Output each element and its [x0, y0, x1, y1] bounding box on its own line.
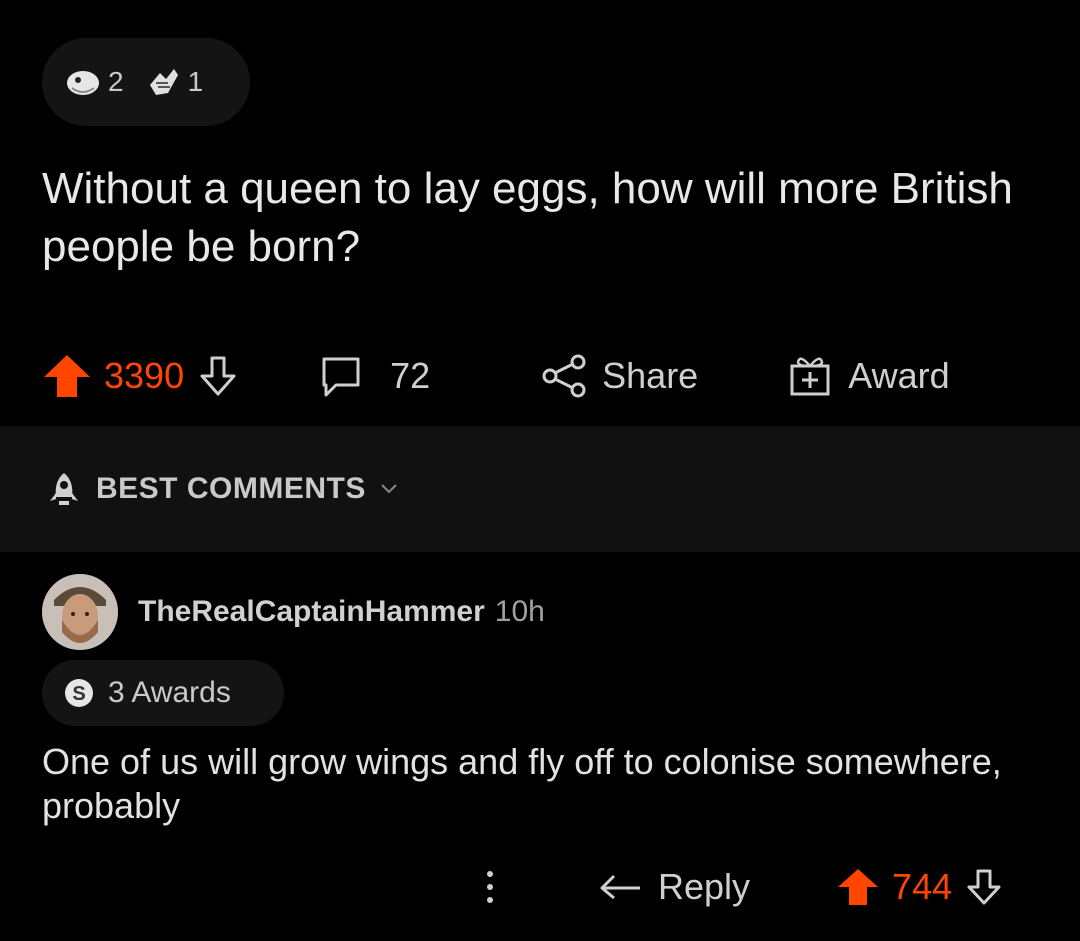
share-button[interactable]: Share	[540, 352, 698, 400]
svg-text:S: S	[72, 683, 85, 705]
reply-arrow-icon	[598, 870, 644, 904]
post-award-wholesome: 1	[146, 65, 204, 99]
comment-awards-pill[interactable]: S 3 Awards	[42, 660, 284, 726]
comment-age: 10h	[494, 595, 545, 628]
comment-action-bar: Reply 744	[470, 852, 1060, 922]
post-vote-count: 3390	[104, 355, 185, 396]
upvote-icon[interactable]	[42, 353, 92, 399]
award-label: Award	[848, 355, 950, 396]
silver-coin-icon: S	[62, 676, 96, 710]
comment-body: One of us will grow wings and fly off to…	[42, 741, 1002, 826]
upvote-icon[interactable]	[836, 867, 880, 907]
share-label: Share	[602, 355, 699, 396]
reply-label: Reply	[658, 866, 751, 907]
rocket-icon	[44, 469, 84, 509]
post-vote-group: 3390	[42, 353, 240, 399]
comment-header: TheRealCaptainHammer 10h	[42, 574, 545, 650]
post-award-count: 2	[108, 66, 124, 97]
more-options-button[interactable]	[470, 869, 510, 905]
post-award-count: 1	[187, 66, 204, 97]
downvote-icon[interactable]	[964, 867, 1004, 907]
avatar[interactable]	[42, 574, 118, 650]
comment-vote-count: 744	[892, 866, 953, 907]
comment-awards-label: 3 Awards	[108, 676, 231, 709]
more-vertical-icon	[485, 869, 495, 905]
award-button[interactable]: Award	[786, 352, 950, 400]
sort-label: BEST COMMENTS	[96, 472, 366, 505]
comments-button[interactable]: 72	[318, 353, 430, 399]
post-action-bar: 3390 72 Share Award	[42, 340, 1052, 412]
comment-count: 72	[390, 355, 431, 396]
post-title: Without a queen to lay eggs, how will mo…	[42, 164, 1013, 271]
downvote-icon[interactable]	[196, 354, 240, 398]
post-award-silver: 2	[64, 66, 124, 98]
reply-button[interactable]: Reply	[598, 866, 750, 908]
silver-award-icon	[64, 66, 102, 98]
comment-bubble-icon	[318, 353, 364, 399]
comment-username[interactable]: TheRealCaptainHammer	[138, 595, 485, 629]
wholesome-hands-icon	[146, 65, 182, 99]
sort-bar[interactable]: BEST COMMENTS	[0, 426, 1080, 552]
chevron-down-icon	[378, 481, 400, 497]
gift-icon	[786, 352, 834, 400]
post-awards-pill[interactable]: 2 1	[42, 38, 250, 126]
share-icon	[540, 352, 588, 400]
comment-vote-group: 744	[836, 866, 1004, 908]
